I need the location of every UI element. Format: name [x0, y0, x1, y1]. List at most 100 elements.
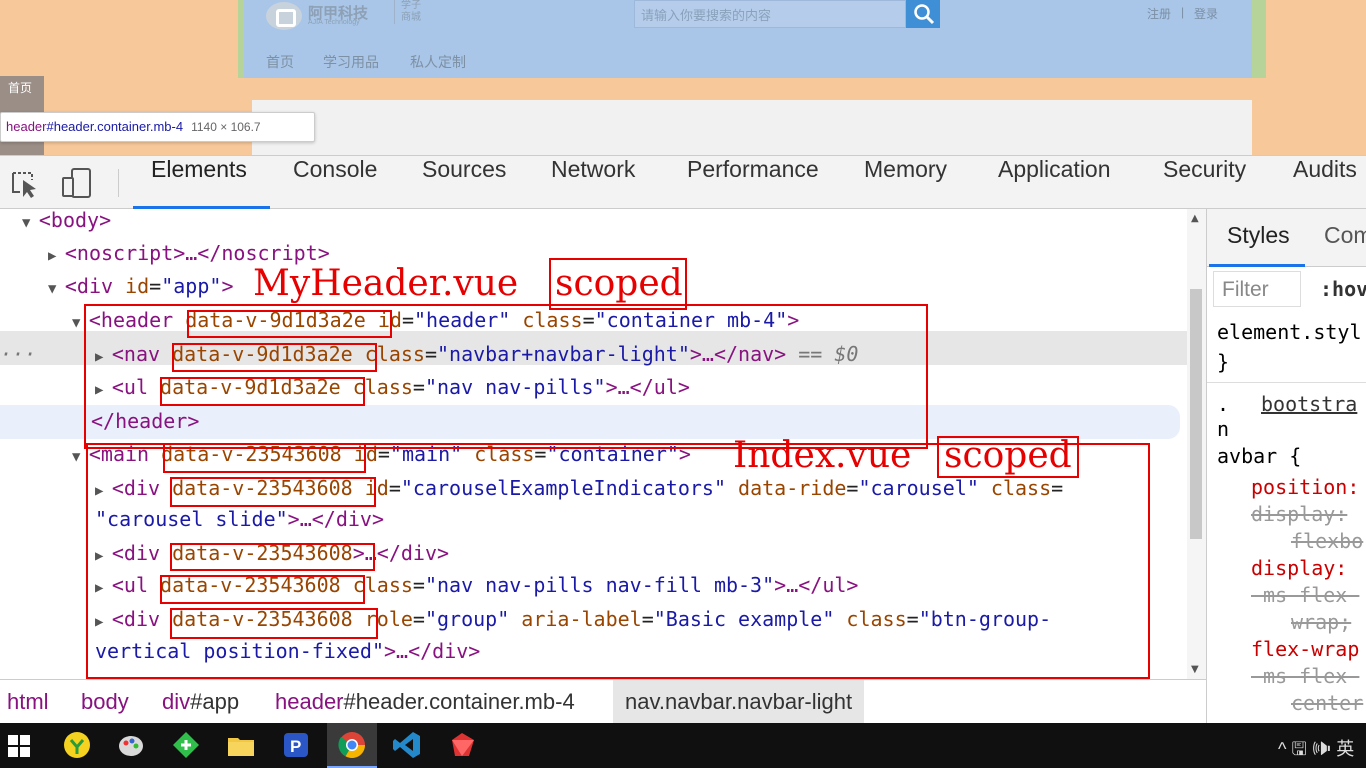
styles-pane: Styles Com Filter :hov element.styl } . …: [1206, 209, 1366, 724]
inspect-element-button[interactable]: [10, 170, 40, 198]
site-nav-study[interactable]: 学习用品: [323, 52, 379, 72]
crumb-tag: header: [275, 689, 344, 714]
tab-performance[interactable]: Performance: [687, 156, 819, 209]
page-content-area: [252, 100, 1252, 155]
scroll-down-icon[interactable]: ▼: [1191, 664, 1199, 675]
stylesheet-source-link[interactable]: bootstra: [1261, 391, 1357, 417]
crumb-body[interactable]: body: [81, 680, 129, 724]
crumb-tag: div: [162, 689, 191, 714]
attr-value: "app": [161, 274, 222, 298]
chrome-icon[interactable]: [337, 730, 367, 760]
register-link[interactable]: 注册: [1147, 5, 1171, 22]
annotation-main-file: Index.vue: [733, 435, 912, 476]
crumb-selector: #app: [190, 689, 240, 714]
tab-memory[interactable]: Memory: [864, 156, 947, 209]
css-value-flexbox: flexbo: [1291, 529, 1364, 553]
scroll-up-icon[interactable]: ▲: [1191, 213, 1199, 224]
annotation-box-attr: [160, 575, 365, 604]
login-link[interactable]: 登录: [1194, 5, 1218, 22]
svg-text:P: P: [290, 737, 301, 756]
site-logo-sub: AJIA Technology: [308, 19, 360, 26]
app-icon-ruby[interactable]: [447, 730, 477, 760]
expand-triangle-icon[interactable]: ▼: [48, 281, 65, 297]
annotation-main-scoped: scoped: [944, 435, 1072, 476]
annotation-box-attr: [160, 377, 365, 406]
app-icon-paint[interactable]: [116, 730, 146, 760]
expand-triangle-icon[interactable]: ▼: [22, 215, 39, 231]
element-style-rule[interactable]: element.styl: [1217, 319, 1362, 345]
styles-tab-indicator: [1209, 264, 1305, 267]
tab-audits[interactable]: Audits: [1293, 156, 1357, 209]
css-value-center: center: [1291, 691, 1364, 715]
css-prop-display[interactable]: display:: [1251, 555, 1347, 581]
inspect-tooltip: header#header.container.mb-4 1140 × 106.7: [0, 112, 315, 142]
cursor-select-icon: [12, 172, 36, 198]
selector-part: avbar {: [1217, 444, 1302, 468]
devtools-toolbar: Elements Console Sources Network Perform…: [0, 156, 1366, 209]
crumb-html[interactable]: html: [7, 680, 49, 724]
tab-console[interactable]: Console: [293, 156, 377, 209]
file-explorer-icon[interactable]: [226, 730, 256, 760]
tab-application[interactable]: Application: [998, 156, 1111, 209]
crumb-selector: .navbar.navbar-light: [658, 689, 853, 714]
crumb-nav[interactable]: nav.navbar.navbar-light: [613, 680, 865, 724]
collapse-triangle-icon[interactable]: ▶: [48, 248, 65, 264]
selector-part: n: [1217, 417, 1230, 441]
annotation-box-attr: [172, 343, 377, 372]
annotation-box-attr: [170, 543, 375, 571]
dom-tree[interactable]: ▼ <body> ▶ <noscript>…</noscript> ▼ <div…: [0, 209, 1187, 679]
css-prop-ms-flex[interactable]: -ms-flex-: [1251, 663, 1359, 689]
styles-tabbar: Styles Com: [1207, 209, 1366, 267]
tree-row-body[interactable]: ▼ <body>: [22, 209, 111, 235]
windows-start-icon[interactable]: [8, 735, 30, 757]
site-nav-home[interactable]: 首页: [266, 52, 294, 72]
noscript-tag: <noscript>…</noscript>: [64, 241, 330, 265]
crumb-header[interactable]: header#header.container.mb-4: [275, 680, 575, 724]
app-icon-p[interactable]: P: [281, 730, 311, 760]
tab-elements[interactable]: Elements: [151, 156, 247, 209]
page-viewport: 阿甲科技 AJIA Technology 学子商城 请输入你要搜索的内容 注册 …: [0, 0, 1366, 155]
tree-row-div-app[interactable]: ▼ <div id="app">: [48, 271, 233, 301]
css-value-wrap: wrap;: [1291, 610, 1352, 634]
site-header: 阿甲科技 AJIA Technology 学子商城 请输入你要搜索的内容 注册 …: [238, 0, 1266, 78]
crumb-tag: html: [7, 689, 49, 714]
system-tray[interactable]: ^ 🖫 🕪 英: [1278, 735, 1354, 767]
hover-state-button[interactable]: :hov: [1320, 277, 1366, 301]
tag-close: >: [221, 274, 234, 298]
app-icon-transfer[interactable]: [171, 730, 201, 760]
css-prop-flex-wrap[interactable]: flex-wrap: [1251, 636, 1359, 662]
crumb-tag: nav: [625, 689, 659, 714]
tab-computed[interactable]: Com: [1324, 222, 1366, 249]
vscode-icon[interactable]: [392, 730, 422, 760]
crumb-div-app[interactable]: div#app: [162, 680, 239, 724]
tab-sources[interactable]: Sources: [422, 156, 506, 209]
site-nav-custom[interactable]: 私人定制: [410, 52, 466, 72]
crumb-selector: #header.container.mb-4: [343, 689, 575, 714]
site-logo-tag: 学子商城: [394, 0, 422, 24]
site-search-input[interactable]: 请输入你要搜索的内容: [634, 0, 906, 28]
device-toolbar-button[interactable]: [60, 168, 94, 198]
rule-brace: }: [1217, 350, 1230, 374]
rule-divider: [1207, 382, 1366, 383]
device-mode-icon: [62, 168, 91, 198]
annotation-box-attr: [187, 310, 392, 338]
annotation-box-attr: [170, 608, 378, 639]
scroll-thumb[interactable]: [1190, 289, 1202, 539]
tab-security[interactable]: Security: [1163, 156, 1246, 209]
site-logo-icon[interactable]: [266, 2, 302, 30]
tab-network[interactable]: Network: [551, 156, 635, 209]
styles-filter-input[interactable]: Filter: [1213, 271, 1301, 307]
app-icon-yellow[interactable]: [62, 730, 92, 760]
tooltip-size: 1140 × 106.7: [191, 120, 261, 134]
site-search-button[interactable]: [906, 0, 940, 28]
annotation-box-attr: [163, 443, 366, 473]
annotation-box-attr: [170, 477, 376, 507]
tab-styles[interactable]: Styles: [1227, 222, 1290, 249]
windows-taskbar: P ^ 🖫 🕪 英: [0, 723, 1366, 768]
css-prop-display-overridden[interactable]: display:: [1251, 501, 1347, 527]
breadcrumb: html body div#app header#header.containe…: [0, 679, 1206, 724]
css-prop-position[interactable]: position:: [1251, 474, 1359, 500]
css-prop-ms-flex[interactable]: -ms-flex-: [1251, 582, 1359, 608]
hover-dots: ···: [0, 342, 37, 366]
tree-scrollbar[interactable]: ▲ ▼: [1187, 209, 1206, 679]
